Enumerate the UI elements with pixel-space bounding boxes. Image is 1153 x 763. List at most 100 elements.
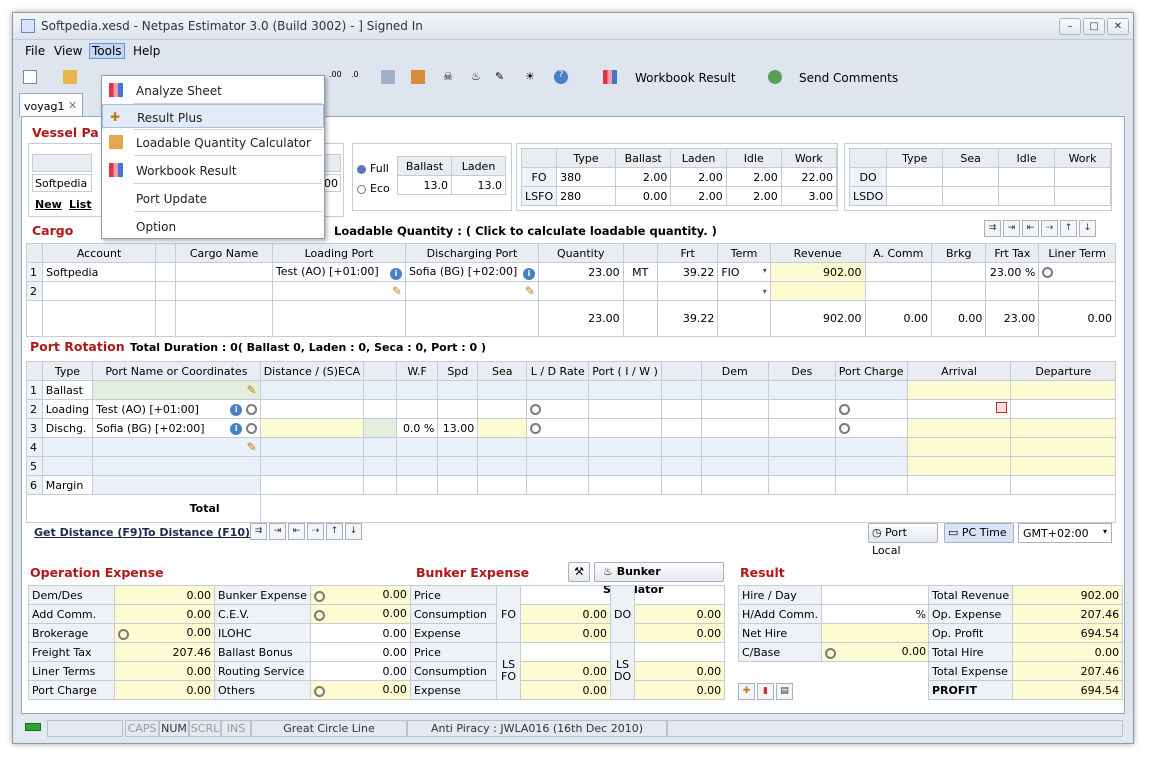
move-up-icon[interactable]: ↑ [1060,220,1077,237]
menu-item-loadable-quantity[interactable]: Loadable Quantity Calculator [102,130,324,154]
pc-time-button[interactable]: ▭ PC Time [944,523,1014,543]
pirate-icon[interactable]: ☠ [443,70,457,84]
do-price[interactable] [634,585,726,605]
distance-cell[interactable] [259,380,365,400]
port-i-cell[interactable] [588,380,662,400]
menu-view[interactable]: View [54,44,82,58]
arrival-cell[interactable] [906,399,1012,419]
diesel-cell[interactable] [998,167,1056,187]
term-cell[interactable]: FIO ▾ [717,262,771,282]
menu-item-option[interactable]: Option [102,214,324,238]
bunker-simulator-button[interactable]: ♨ Bunker Simulator [594,562,724,596]
opex-value[interactable]: 0.00 [309,604,411,624]
info-icon[interactable]: i [389,267,402,280]
search-icon[interactable] [118,629,129,640]
search-icon[interactable] [313,591,325,602]
c-base[interactable]: 0.00 [821,642,931,662]
wf-cell[interactable]: 0.0 % [395,418,439,438]
port-local-button[interactable]: ◷ Port Local [868,523,938,557]
search-icon[interactable] [530,423,542,434]
opex-value[interactable]: 0.00 [309,642,411,662]
loadable-quantity-link[interactable]: Loadable Quantity : ( Click to calculate… [334,224,717,238]
close-tab-icon[interactable]: ✕ [68,99,77,112]
fuel-cell[interactable]: 2.00 [670,186,727,206]
delete-row-icon[interactable]: ⇤ [288,523,305,540]
account-cell[interactable]: Softpedia [42,262,156,282]
open-folder-icon[interactable] [63,70,77,84]
search-icon[interactable] [245,423,257,434]
freight-tax-cell[interactable] [985,281,1040,301]
add-row-icon[interactable]: ⇢ [1041,220,1058,237]
eca-cell[interactable] [363,418,397,438]
fuel-cell[interactable]: 22.00 [780,167,838,187]
eca-cell[interactable] [363,399,397,419]
term-cell[interactable]: ▾ [717,281,771,301]
opex-value[interactable]: 0.00 [309,623,411,643]
list-vessel-link[interactable]: List [69,198,92,211]
help-icon[interactable]: ? [554,70,568,84]
loading-port-cell[interactable]: ✎ [271,281,406,301]
opex-value[interactable]: 0.00 [114,680,215,700]
account-button-cell[interactable] [154,262,177,282]
commission-cell[interactable] [864,281,933,301]
ld-rate-cell[interactable] [526,380,590,400]
lsdo-price[interactable] [634,642,726,662]
search-icon[interactable] [313,610,325,621]
speed-cell[interactable] [437,380,479,400]
brokerage-cell[interactable] [931,262,987,282]
port-i-cell[interactable] [588,418,662,438]
diesel-cell[interactable] [942,167,1000,187]
opex-value[interactable]: 0.00 [309,661,411,681]
pencil-icon[interactable]: ✎ [247,440,257,454]
menu-help[interactable]: Help [133,44,160,58]
cargo-name-cell[interactable] [175,262,273,282]
port-i-cell[interactable] [588,399,662,419]
info-icon[interactable]: i [522,267,535,280]
quantity-cell[interactable]: 23.00 [537,262,624,282]
liner-term-cell[interactable] [1038,281,1116,301]
des-cell[interactable] [767,418,836,438]
search-icon[interactable] [530,404,542,415]
bunker-icon[interactable]: ♨ [471,70,485,84]
menu-item-analyze-sheet[interactable]: Analyze Sheet [102,78,324,102]
chevron-down-icon[interactable]: ▾ [763,287,767,296]
tab-voyag1[interactable]: voyag1 ✕ [19,93,83,117]
diesel-cell[interactable] [886,167,944,187]
des-cell[interactable] [767,399,836,419]
full-radio[interactable]: Full [357,162,389,175]
port-w-cell[interactable] [660,399,702,419]
add-row-icon[interactable]: ⇢ [307,523,324,540]
decimal-increase-icon[interactable]: .00 [329,70,343,84]
route-icon[interactable]: ✎ [495,70,509,84]
diesel-cell[interactable] [1054,186,1111,206]
search-icon[interactable] [838,423,850,434]
close-button[interactable]: ✕ [1107,18,1129,35]
calendar-icon[interactable] [996,402,1008,413]
search-icon[interactable] [838,404,850,415]
eca-cell[interactable] [363,380,397,400]
port-name-cell[interactable] [92,456,261,476]
workbook-result-icon[interactable] [603,70,617,84]
menu-item-workbook-result[interactable]: Workbook Result [102,158,324,182]
bar-chart-icon[interactable]: ▮ [757,683,774,700]
laden-speed[interactable]: 13.0 [451,175,506,195]
wf-cell[interactable] [395,399,439,419]
opex-value[interactable]: 0.00 [114,585,215,605]
port-type-cell[interactable]: Ballast [41,380,94,400]
ballast-speed[interactable]: 13.0 [397,175,452,195]
menu-tools[interactable]: Tools [89,43,125,59]
brokerage-cell[interactable] [931,281,987,301]
move-down-icon[interactable]: ↓ [1079,220,1096,237]
insert-row-icon[interactable]: ⇥ [269,523,286,540]
print-icon[interactable]: ▤ [776,683,793,700]
globe-icon[interactable] [768,70,782,84]
search-icon[interactable] [313,686,325,697]
port-charge-cell[interactable] [834,399,908,419]
ld-rate-cell[interactable] [526,399,590,419]
account-button-cell[interactable] [154,281,177,301]
decimal-decrease-icon[interactable]: .0 [351,70,365,84]
distance-cell[interactable] [259,418,365,438]
freight-cell[interactable]: 39.22 [656,262,719,282]
plus-icon[interactable]: ✚ [738,683,755,700]
departure-cell[interactable] [1010,418,1116,438]
